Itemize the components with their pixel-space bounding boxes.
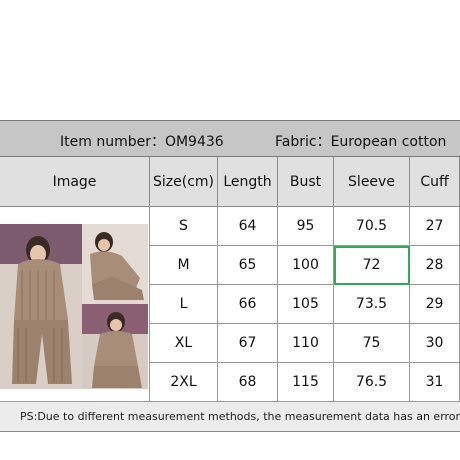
fabric-label: Fabric：European cotton xyxy=(275,134,447,150)
cell-cuff-l: 29 xyxy=(410,285,460,324)
col-head-sleeve: Sleeve xyxy=(334,157,410,207)
cell-size-m: M xyxy=(150,246,218,285)
product-photo-main-graphic xyxy=(0,224,82,389)
cell-size-l: L xyxy=(150,285,218,324)
cell-bust-m: 100 xyxy=(278,246,334,285)
cell-sleeve-xl: 75 xyxy=(334,324,410,363)
cell-length-s: 64 xyxy=(218,207,278,246)
product-photo-top xyxy=(82,224,148,304)
cell-cuff-2xl: 31 xyxy=(410,363,460,402)
cell-length-m: 65 xyxy=(218,246,278,285)
cell-bust-s: 95 xyxy=(278,207,334,246)
col-head-length: Length xyxy=(218,157,278,207)
col-head-bust: Bust xyxy=(278,157,334,207)
cell-size-s: S xyxy=(150,207,218,246)
item-number: Item number：OM9436 xyxy=(60,134,224,150)
product-photo-bottom-graphic xyxy=(82,304,148,389)
cell-bust-2xl: 115 xyxy=(278,363,334,402)
cell-sleeve-s: 70.5 xyxy=(334,207,410,246)
cell-cuff-xl: 30 xyxy=(410,324,460,363)
cell-length-xl: 67 xyxy=(218,324,278,363)
product-photo-top-graphic xyxy=(82,224,148,304)
cell-size-2xl: 2XL xyxy=(150,363,218,402)
cell-cuff-m: 28 xyxy=(410,246,460,285)
col-head-size: Size(cm) xyxy=(150,157,218,207)
product-image-cell xyxy=(0,207,150,402)
cell-sleeve-m-selected[interactable]: 72 xyxy=(334,246,410,285)
product-photo-bottom xyxy=(82,304,148,389)
measurement-note: PS:Due to different measurement methods,… xyxy=(0,402,460,432)
cell-size-xl: XL xyxy=(150,324,218,363)
cell-cuff-s: 27 xyxy=(410,207,460,246)
cell-sleeve-l: 73.5 xyxy=(334,285,410,324)
cell-bust-xl: 110 xyxy=(278,324,334,363)
header-bar: Item number：OM9436 Fabric：European cotto… xyxy=(0,120,460,157)
col-head-cuff: Cuff xyxy=(410,157,460,207)
cell-bust-l: 105 xyxy=(278,285,334,324)
cell-sleeve-2xl: 76.5 xyxy=(334,363,410,402)
cell-length-l: 66 xyxy=(218,285,278,324)
product-photo-main xyxy=(0,224,82,389)
col-head-image: Image xyxy=(0,157,150,207)
cell-length-2xl: 68 xyxy=(218,363,278,402)
size-chart: Item number：OM9436 Fabric：European cotto… xyxy=(0,120,460,432)
